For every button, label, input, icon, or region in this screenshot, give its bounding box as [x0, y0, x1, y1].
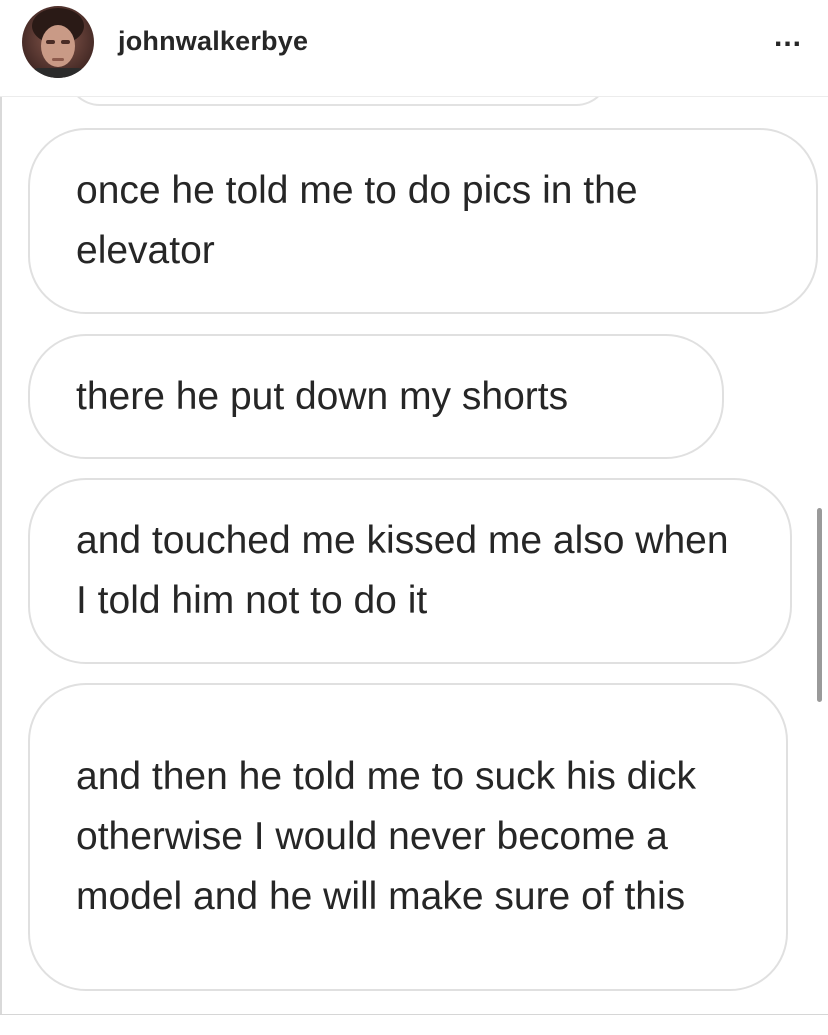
scrollbar[interactable]	[817, 508, 822, 702]
message-text: and then he told me to suck his dick oth…	[76, 755, 697, 918]
message-bubble[interactable]: once he told me to do pics in the elevat…	[28, 128, 818, 314]
avatar[interactable]	[22, 6, 94, 78]
message-thread[interactable]: once he told me to do pics in the elevat…	[0, 0, 828, 1035]
message-text: once he told me to do pics in the elevat…	[76, 169, 638, 272]
message-bubble[interactable]: and then he told me to suck his dick oth…	[28, 683, 788, 991]
message-bubble[interactable]: and touched me kissed me also when I tol…	[28, 478, 792, 664]
composer-divider	[0, 1014, 828, 1015]
profile-photo-icon	[22, 6, 94, 78]
message-text: there he put down my shorts	[76, 374, 569, 418]
message-text: and touched me kissed me also when I tol…	[76, 519, 729, 622]
more-options-icon[interactable]: ...	[774, 22, 802, 52]
message-bubble[interactable]: there he put down my shorts	[28, 334, 724, 459]
username[interactable]: johnwalkerbye	[118, 26, 308, 57]
frame-edge	[0, 96, 2, 1015]
chat-header: johnwalkerbye ...	[0, 0, 828, 97]
